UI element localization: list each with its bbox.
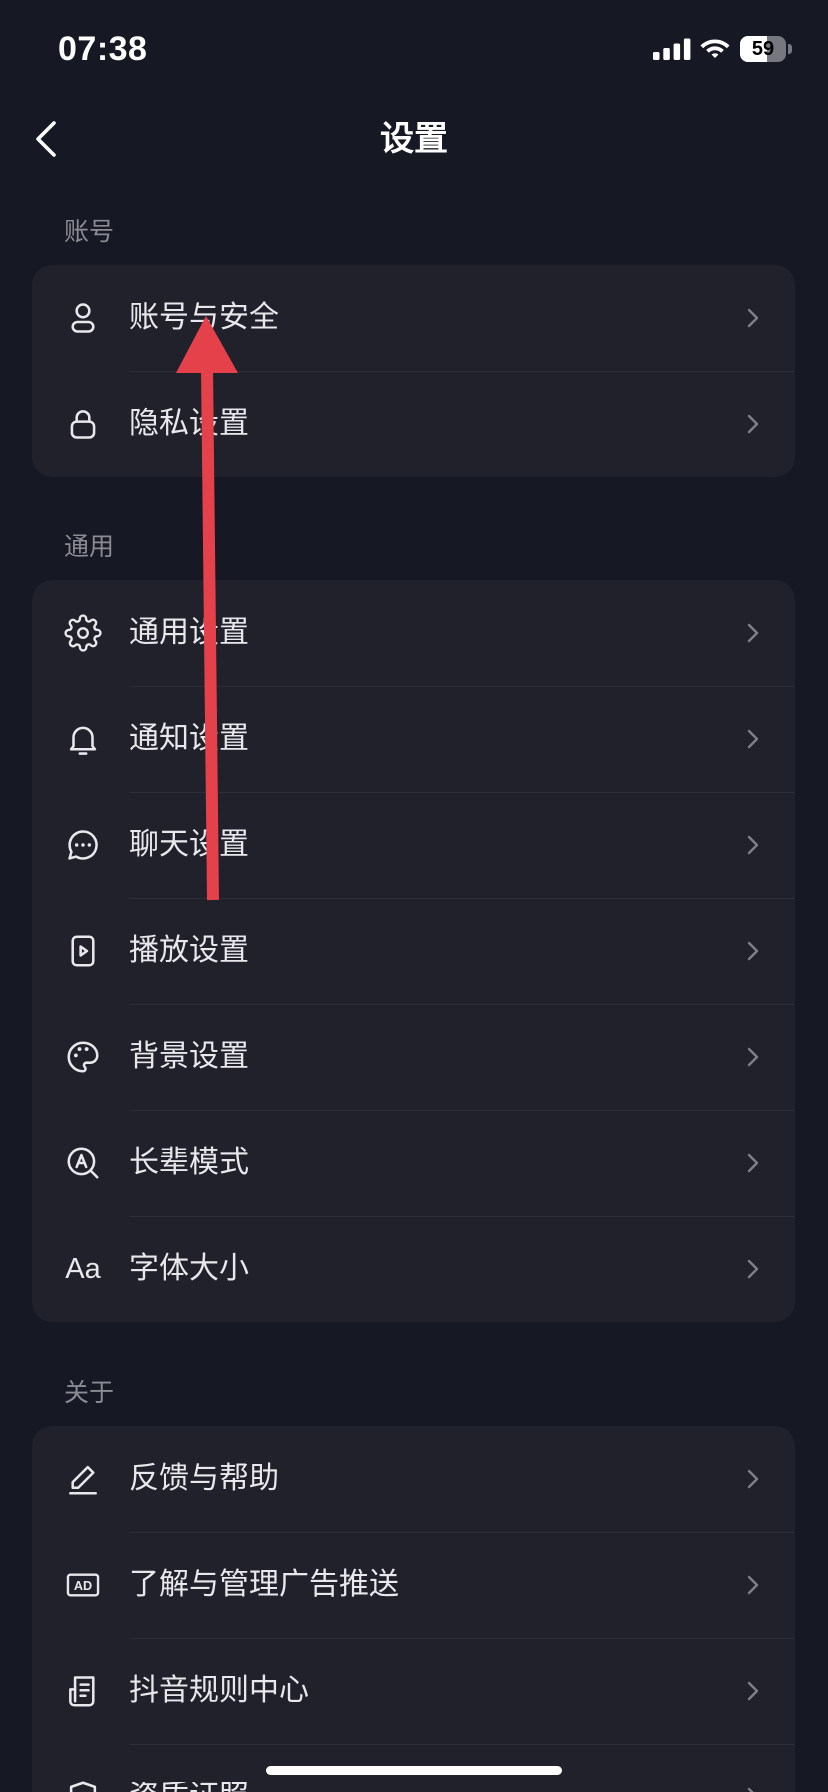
settings-row-elder-mode[interactable]: 长辈模式 (32, 1110, 795, 1216)
chevron-right-icon (746, 413, 760, 435)
chevron-right-icon (746, 1468, 760, 1490)
row-label: 长辈模式 (129, 1146, 249, 1179)
home-indicator[interactable] (266, 1766, 562, 1775)
chevron-right-icon (746, 622, 760, 644)
chevron-right-icon (746, 1574, 760, 1596)
battery-body: 59 (740, 36, 786, 62)
row-label: 了解与管理广告推送 (129, 1568, 399, 1601)
chevron-right-icon (746, 1258, 760, 1280)
row-label: 通用设置 (129, 616, 249, 649)
palette-icon (64, 1038, 102, 1076)
battery-percent: 59 (751, 38, 775, 60)
settings-row-playback[interactable]: 播放设置 (32, 898, 795, 1004)
settings-row-privacy[interactable]: 隐私设置 (32, 371, 795, 477)
status-time: 07:38 (58, 30, 148, 68)
row-label: 反馈与帮助 (129, 1462, 279, 1495)
settings-card-general: 通用设置 通知设置 聊天设置 播放设置 背景设置 长辈模式 Aa 字体大小 (32, 580, 795, 1322)
chevron-right-icon (746, 728, 760, 750)
play-icon (64, 932, 102, 970)
section-label-text: 通用 (64, 533, 115, 561)
row-label: 聊天设置 (129, 828, 249, 861)
section-label-about: 关于 (0, 1322, 828, 1426)
settings-row-chat[interactable]: 聊天设置 (32, 792, 795, 898)
row-label: 背景设置 (129, 1040, 249, 1073)
chevron-right-icon (746, 1786, 760, 1792)
chat-bubble-icon (64, 826, 102, 864)
chevron-right-icon (746, 834, 760, 856)
chevron-right-icon (746, 307, 760, 329)
chevron-right-icon (746, 1152, 760, 1174)
ad-icon: AD (64, 1566, 102, 1604)
lock-icon (64, 405, 102, 443)
chevron-right-icon (746, 1680, 760, 1702)
font-size-icon-text: Aa (65, 1253, 101, 1285)
chevron-right-icon (746, 1046, 760, 1068)
settings-row-notifications[interactable]: 通知设置 (32, 686, 795, 792)
signal-icon (653, 38, 691, 60)
settings-row-background[interactable]: 背景设置 (32, 1004, 795, 1110)
section-label-text: 关于 (64, 1379, 115, 1407)
settings-card-about: 反馈与帮助 AD 了解与管理广告推送 抖音规则中心 (32, 1426, 795, 1792)
row-label: 账号与安全 (129, 301, 279, 334)
nav-header: 设置 (0, 92, 828, 186)
row-label: 字体大小 (129, 1252, 249, 1285)
row-label: 抖音规则中心 (129, 1674, 309, 1707)
row-label: 通知设置 (129, 722, 249, 755)
section-label-general: 通用 (0, 477, 828, 580)
wifi-icon (699, 37, 731, 61)
settings-row-douyin-rules[interactable]: 抖音规则中心 (32, 1638, 795, 1744)
settings-row-feedback-help[interactable]: 反馈与帮助 (32, 1426, 795, 1532)
pencil-icon (64, 1460, 102, 1498)
settings-screen: 07:38 59 设置 账号 账号与安全 隐私设置 通用 通用设置 通知设置 聊… (0, 0, 828, 1792)
ad-icon-text: AD (74, 1579, 92, 1593)
gear-icon (64, 614, 102, 652)
row-label: 资质证照 (129, 1782, 746, 1792)
section-label-text: 账号 (64, 218, 115, 246)
row-label: 隐私设置 (129, 407, 249, 440)
page-title: 设置 (380, 120, 448, 158)
bell-icon (64, 720, 102, 758)
elder-mode-icon (64, 1144, 102, 1182)
row-label: 播放设置 (129, 934, 249, 967)
font-size-icon: Aa (64, 1250, 102, 1288)
shield-icon (64, 1778, 102, 1792)
settings-card-account: 账号与安全 隐私设置 (32, 265, 795, 477)
settings-row-font-size[interactable]: Aa 字体大小 (32, 1216, 795, 1322)
settings-row-account-security[interactable]: 账号与安全 (32, 265, 795, 371)
battery-nub (788, 44, 792, 54)
status-bar: 07:38 59 (0, 0, 828, 92)
user-icon (64, 299, 102, 337)
settings-row-general[interactable]: 通用设置 (32, 580, 795, 686)
settings-row-ad-management[interactable]: AD 了解与管理广告推送 (32, 1532, 795, 1638)
chevron-right-icon (746, 940, 760, 962)
battery-icon: 59 (740, 36, 792, 62)
section-label-account: 账号 (0, 186, 828, 265)
rules-document-icon (64, 1672, 102, 1710)
